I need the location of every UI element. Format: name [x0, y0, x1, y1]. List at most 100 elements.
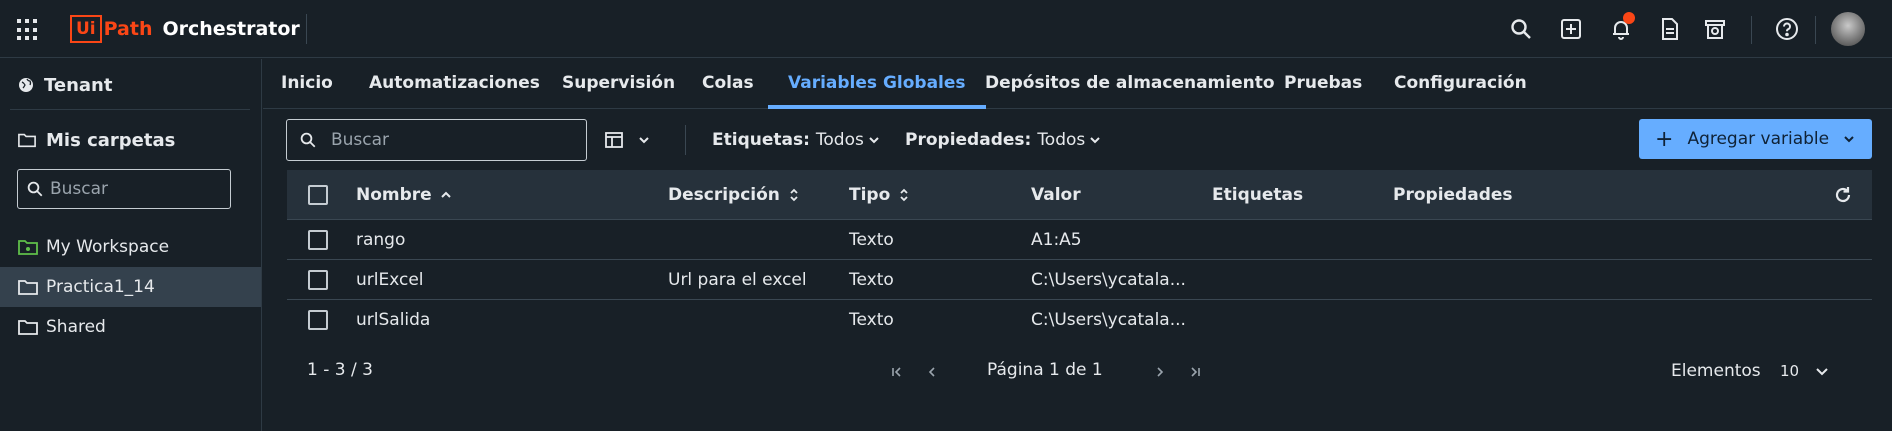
- cell-valor: C:\Users\ycatala...: [1031, 310, 1186, 330]
- cell-tipo: Texto: [849, 310, 894, 330]
- cell-tipo: Texto: [849, 270, 894, 290]
- add-variable-label: Agregar variable: [1687, 129, 1830, 149]
- globe-icon: [19, 78, 33, 92]
- tab-inicio[interactable]: Inicio: [281, 59, 333, 109]
- tab-automatizaciones[interactable]: Automatizaciones: [369, 59, 540, 109]
- column-header-nombre[interactable]: Nombre: [356, 170, 452, 220]
- refresh-icon[interactable]: [1833, 185, 1853, 205]
- chevron-down-icon: [869, 137, 879, 144]
- cell-valor: C:\Users\ycatala...: [1031, 270, 1186, 290]
- product-name: Orchestrator: [162, 18, 300, 40]
- add-variable-button[interactable]: + Agregar variable: [1639, 119, 1872, 159]
- column-header-tipo[interactable]: Tipo: [849, 170, 910, 220]
- previous-page-icon[interactable]: [923, 363, 941, 381]
- chevron-down-icon[interactable]: [1843, 133, 1855, 145]
- cell-nombre: urlSalida: [356, 310, 431, 330]
- folder-icon: [18, 280, 38, 295]
- apps-grid-icon[interactable]: [17, 19, 39, 41]
- search-icon: [300, 132, 316, 148]
- sidebar-item-practica1-14[interactable]: Practica1_14: [0, 267, 261, 307]
- search-icon: [27, 181, 43, 197]
- chevron-down-icon: [1090, 137, 1100, 144]
- row-checkbox[interactable]: [308, 230, 328, 250]
- tab-depositos[interactable]: Depósitos de almacenamiento: [985, 59, 1275, 109]
- add-square-icon[interactable]: [1556, 14, 1586, 44]
- column-header-descripcion[interactable]: Descripción: [668, 170, 800, 220]
- folder-search-input[interactable]: [50, 179, 220, 199]
- tab-supervision[interactable]: Supervisión: [562, 59, 675, 109]
- cell-nombre: rango: [356, 230, 406, 250]
- column-label: Descripción: [668, 185, 780, 205]
- select-all-checkbox[interactable]: [308, 185, 328, 205]
- tenant-selector[interactable]: Tenant: [18, 71, 112, 99]
- tab-colas[interactable]: Colas: [702, 59, 754, 109]
- plus-icon: +: [1655, 126, 1674, 152]
- logo-ui-mark: Ui: [70, 15, 102, 43]
- logo-path-text: Path: [103, 18, 153, 40]
- chevron-down-icon[interactable]: [1815, 364, 1829, 378]
- sidebar-item-my-workspace[interactable]: My Workspace: [0, 227, 261, 267]
- top-bar: Ui Path Orchestrator: [0, 0, 1892, 58]
- columns-icon: [605, 132, 623, 148]
- header-separator: [1815, 16, 1816, 44]
- first-page-icon[interactable]: [888, 363, 906, 381]
- tenant-label: Tenant: [44, 74, 113, 96]
- sort-icon: [790, 188, 798, 202]
- sidebar: Tenant Mis carpetas My Workspace Practic…: [0, 59, 262, 431]
- folder-search[interactable]: [17, 169, 231, 209]
- sort-icon: [900, 188, 908, 202]
- sort-ascending-icon: [440, 191, 451, 198]
- column-header-etiquetas[interactable]: Etiquetas: [1212, 170, 1303, 220]
- cell-nombre: urlExcel: [356, 270, 424, 290]
- sidebar-divider: [10, 109, 250, 110]
- my-folders-header[interactable]: Mis carpetas: [18, 126, 175, 154]
- table-header: Nombre Descripción Tipo Valor Etiquetas …: [287, 170, 1872, 220]
- items-per-page-value[interactable]: 10: [1780, 362, 1799, 380]
- tags-filter-value: Todos: [815, 130, 864, 150]
- tags-filter[interactable]: Etiquetas: Todos: [712, 127, 880, 153]
- search-icon[interactable]: [1506, 14, 1536, 44]
- tab-variables-globales[interactable]: Variables Globales: [768, 59, 986, 109]
- pagination: 1 - 3 / 3 Página 1 de 1 Elementos 10: [287, 350, 1872, 394]
- cell-descripcion: Url para el excel: [668, 270, 807, 290]
- properties-filter[interactable]: Propiedades: Todos: [905, 127, 1101, 153]
- table-row[interactable]: rango Texto A1:A5: [287, 220, 1872, 260]
- table-row[interactable]: urlExcel Url para el excel Texto C:\User…: [287, 260, 1872, 300]
- workspace-folder-icon: [18, 240, 38, 255]
- uipath-logo[interactable]: Ui Path Orchestrator: [70, 14, 300, 44]
- row-checkbox[interactable]: [308, 310, 328, 330]
- bell-icon[interactable]: [1606, 12, 1636, 44]
- search-input[interactable]: [331, 130, 581, 150]
- sidebar-item-shared[interactable]: Shared: [0, 307, 261, 347]
- notification-badge: [1623, 12, 1635, 24]
- help-icon[interactable]: [1772, 14, 1802, 44]
- column-chooser-button[interactable]: [604, 127, 662, 153]
- row-checkbox[interactable]: [308, 270, 328, 290]
- result-count: 1 - 3 / 3: [307, 360, 373, 380]
- page-indicator: Página 1 de 1: [987, 360, 1103, 380]
- next-page-icon[interactable]: [1151, 363, 1169, 381]
- store-icon[interactable]: [1700, 14, 1730, 44]
- items-per-page-label: Elementos: [1671, 361, 1761, 381]
- variable-search[interactable]: [286, 119, 587, 161]
- properties-filter-value: Todos: [1037, 130, 1086, 150]
- column-label: Tipo: [849, 185, 891, 205]
- table-row[interactable]: urlSalida Texto C:\Users\ycatala...: [287, 300, 1872, 340]
- sidebar-item-label: My Workspace: [46, 237, 170, 257]
- properties-filter-label: Propiedades:: [905, 130, 1032, 150]
- toolbar-separator: [685, 125, 686, 155]
- header-separator: [1751, 16, 1752, 44]
- header-divider: [306, 14, 307, 44]
- tags-filter-label: Etiquetas:: [712, 130, 810, 150]
- folder-icon: [18, 320, 38, 335]
- document-icon[interactable]: [1655, 14, 1685, 44]
- cell-valor: A1:A5: [1031, 230, 1082, 250]
- column-header-valor[interactable]: Valor: [1031, 170, 1081, 220]
- tab-pruebas[interactable]: Pruebas: [1284, 59, 1362, 109]
- tab-configuracion[interactable]: Configuración: [1394, 59, 1527, 109]
- avatar[interactable]: [1831, 12, 1865, 46]
- column-header-propiedades[interactable]: Propiedades: [1393, 170, 1513, 220]
- last-page-icon[interactable]: [1186, 363, 1204, 381]
- my-folders-label: Mis carpetas: [46, 129, 176, 151]
- folder-icon: [18, 133, 36, 148]
